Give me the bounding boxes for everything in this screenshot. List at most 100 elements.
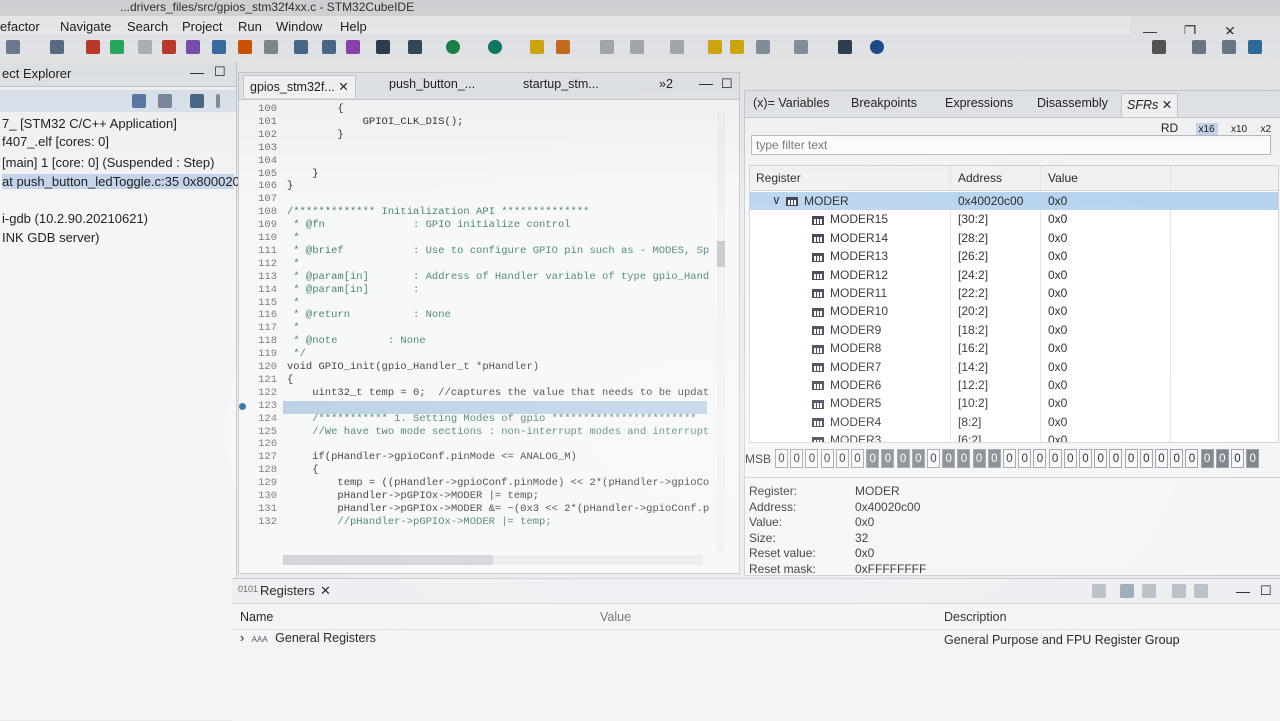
sfr-row-value[interactable]: 0x0	[1048, 304, 1067, 318]
close-icon[interactable]: ✕	[1162, 98, 1172, 112]
menu-refactor[interactable]: efactor	[0, 19, 40, 34]
sfr-row[interactable]: MODER4 [8:2] 0x0	[750, 413, 1278, 431]
bit-cell[interactable]: 0	[896, 449, 910, 468]
sfr-row-value[interactable]: 0x0	[1048, 268, 1067, 282]
perspective-cpp-icon[interactable]	[1192, 40, 1206, 54]
bit-cell[interactable]: 0	[1155, 449, 1168, 468]
code-line[interactable]: if(pHandler->gpioConf.pinMode <= ANALOG_…	[287, 451, 577, 463]
code-line[interactable]: *	[287, 258, 299, 270]
bit-cell[interactable]: 0	[790, 449, 804, 468]
open-perspective-icon[interactable]	[838, 40, 852, 54]
debug-thread-item[interactable]: [main] 1 [core: 0] (Suspended : Step)	[2, 155, 214, 170]
code-line[interactable]: {	[287, 464, 318, 476]
bit-cell[interactable]: 0	[1124, 449, 1138, 468]
code-line[interactable]: * @return : None	[287, 309, 451, 321]
view-menu-icon[interactable]	[216, 94, 220, 108]
dec-radix-button[interactable]: x10	[1231, 124, 1247, 135]
bit-cell[interactable]: 0	[1185, 449, 1199, 468]
menu-project[interactable]: Project	[182, 19, 222, 34]
bit-cell[interactable]: 0	[972, 449, 986, 468]
code-line[interactable]: *	[287, 297, 299, 309]
bit-cell[interactable]: 0	[851, 449, 864, 468]
tab-disassembly[interactable]: Disassembly	[1037, 96, 1108, 110]
menu-navigate[interactable]: Navigate	[60, 19, 111, 34]
code-line[interactable]: * @note : None	[287, 335, 425, 347]
breakpoint-icon[interactable]	[239, 403, 246, 410]
bit-cell[interactable]: 0	[1246, 449, 1260, 468]
bit-cell[interactable]: 0	[942, 449, 956, 468]
tab-overflow[interactable]: »2	[659, 77, 673, 91]
maximize-icon[interactable]: ☐	[721, 76, 733, 92]
read-button[interactable]: RD	[1161, 121, 1178, 135]
code-line[interactable]: /*********** 1. Setting Modes of gpio **…	[287, 413, 696, 425]
menu-help[interactable]: Help	[340, 19, 367, 34]
info-icon[interactable]	[870, 40, 884, 54]
build-icon[interactable]	[408, 40, 422, 54]
debug-icon[interactable]	[488, 40, 502, 54]
column-value[interactable]: Value	[600, 610, 631, 624]
step-return-icon[interactable]	[264, 40, 278, 54]
minimize-icon[interactable]: —	[699, 75, 713, 91]
reset-chip-icon[interactable]	[346, 40, 360, 54]
external-tools-icon[interactable]	[530, 40, 544, 54]
sfr-row-value[interactable]: 0x0	[1048, 341, 1067, 355]
step-over-icon[interactable]	[238, 40, 252, 54]
bit-cell[interactable]: 0	[1094, 449, 1108, 468]
code-line[interactable]: //pHandler->pGPIOx->MODER |= temp;	[287, 516, 551, 528]
skip-breakpoints-icon[interactable]	[50, 40, 64, 54]
run-icon[interactable]	[446, 40, 460, 54]
sfr-row-value[interactable]: 0x0	[1048, 378, 1067, 392]
bit-cell[interactable]: 0	[1109, 449, 1123, 468]
filter-icon[interactable]	[1120, 584, 1134, 598]
bit-cell[interactable]: 0	[1018, 449, 1032, 468]
code-line[interactable]: *	[287, 322, 299, 334]
register-group-row[interactable]: › AAA General Registers	[240, 631, 376, 645]
bit-cell[interactable]: 0	[911, 449, 925, 468]
chip-icon[interactable]	[376, 40, 390, 54]
sfr-row-value[interactable]: 0x0	[1048, 433, 1067, 442]
scroll-thumb[interactable]	[283, 555, 493, 565]
sfr-row-value[interactable]: 0x0	[1048, 212, 1067, 226]
debug-elf-item[interactable]: f407_.elf [cores: 0]	[2, 134, 109, 149]
code-lines[interactable]: 100 {101 GPIOI_CLK_DIS(); 102 } 103 104 105 …	[239, 97, 719, 555]
bit-cell[interactable]: 0	[1033, 449, 1047, 468]
column-description[interactable]: Description	[944, 610, 1007, 624]
sfr-row[interactable]: MODER13 [26:2] 0x0	[750, 247, 1278, 265]
terminate-icon[interactable]	[162, 40, 176, 54]
sfr-row[interactable]: MODER7 [14:2] 0x0	[750, 358, 1278, 376]
annotation-icon[interactable]	[630, 40, 644, 54]
maximize-icon[interactable]: ☐	[214, 64, 226, 80]
sfr-row-value[interactable]: 0x0	[1048, 415, 1067, 429]
new-wizard-icon[interactable]	[556, 40, 570, 54]
sfr-row[interactable]: MODER12 [24:2] 0x0	[750, 266, 1278, 284]
suspend-icon[interactable]	[138, 40, 152, 54]
bit-cell[interactable]: 0	[1170, 449, 1184, 468]
sfr-row-value[interactable]: 0x0	[1048, 231, 1067, 245]
sfr-row[interactable]: MODER8 [16:2] 0x0	[750, 339, 1278, 357]
bit-cell[interactable]: 0	[1215, 449, 1229, 468]
sfr-row[interactable]: MODER11 [22:2] 0x0	[750, 284, 1278, 302]
bit-cell[interactable]: 0	[957, 449, 971, 468]
bit-cell[interactable]: 0	[881, 449, 895, 468]
format-icon[interactable]	[322, 40, 336, 54]
column-value[interactable]: Value	[1048, 171, 1078, 185]
code-line[interactable]: pHandler->pGPIOx->MODER &= ~(0x3 << 2*(p…	[287, 503, 709, 515]
perspective-device-icon[interactable]	[1222, 40, 1236, 54]
sfr-row-value[interactable]: 0x0	[1048, 323, 1067, 337]
tab-registers[interactable]: Registers	[260, 583, 315, 598]
chevron-down-icon[interactable]: ∨	[772, 193, 781, 207]
sfr-row[interactable]: MODER15 [30:2] 0x0	[750, 210, 1278, 228]
tab-sfrs[interactable]: SFRs ✕	[1121, 93, 1179, 117]
column-name[interactable]: Name	[240, 610, 273, 624]
sfr-filter-input[interactable]	[751, 135, 1271, 155]
bit-cell[interactable]: 0	[1079, 449, 1092, 468]
column-register[interactable]: Register	[756, 171, 801, 185]
code-line[interactable]: }	[287, 180, 293, 192]
disconnect-icon[interactable]	[186, 40, 200, 54]
bit-cell[interactable]: 0	[1063, 449, 1077, 468]
code-line[interactable]: * @param[in] : Address of Handler variab…	[287, 271, 709, 283]
code-line[interactable]: GPIOI_CLK_DIS();	[287, 116, 464, 128]
expand-icon[interactable]	[1194, 584, 1208, 598]
instruction-step-icon[interactable]	[294, 40, 308, 54]
tab-push-button-source[interactable]: push_button_...	[389, 77, 475, 91]
